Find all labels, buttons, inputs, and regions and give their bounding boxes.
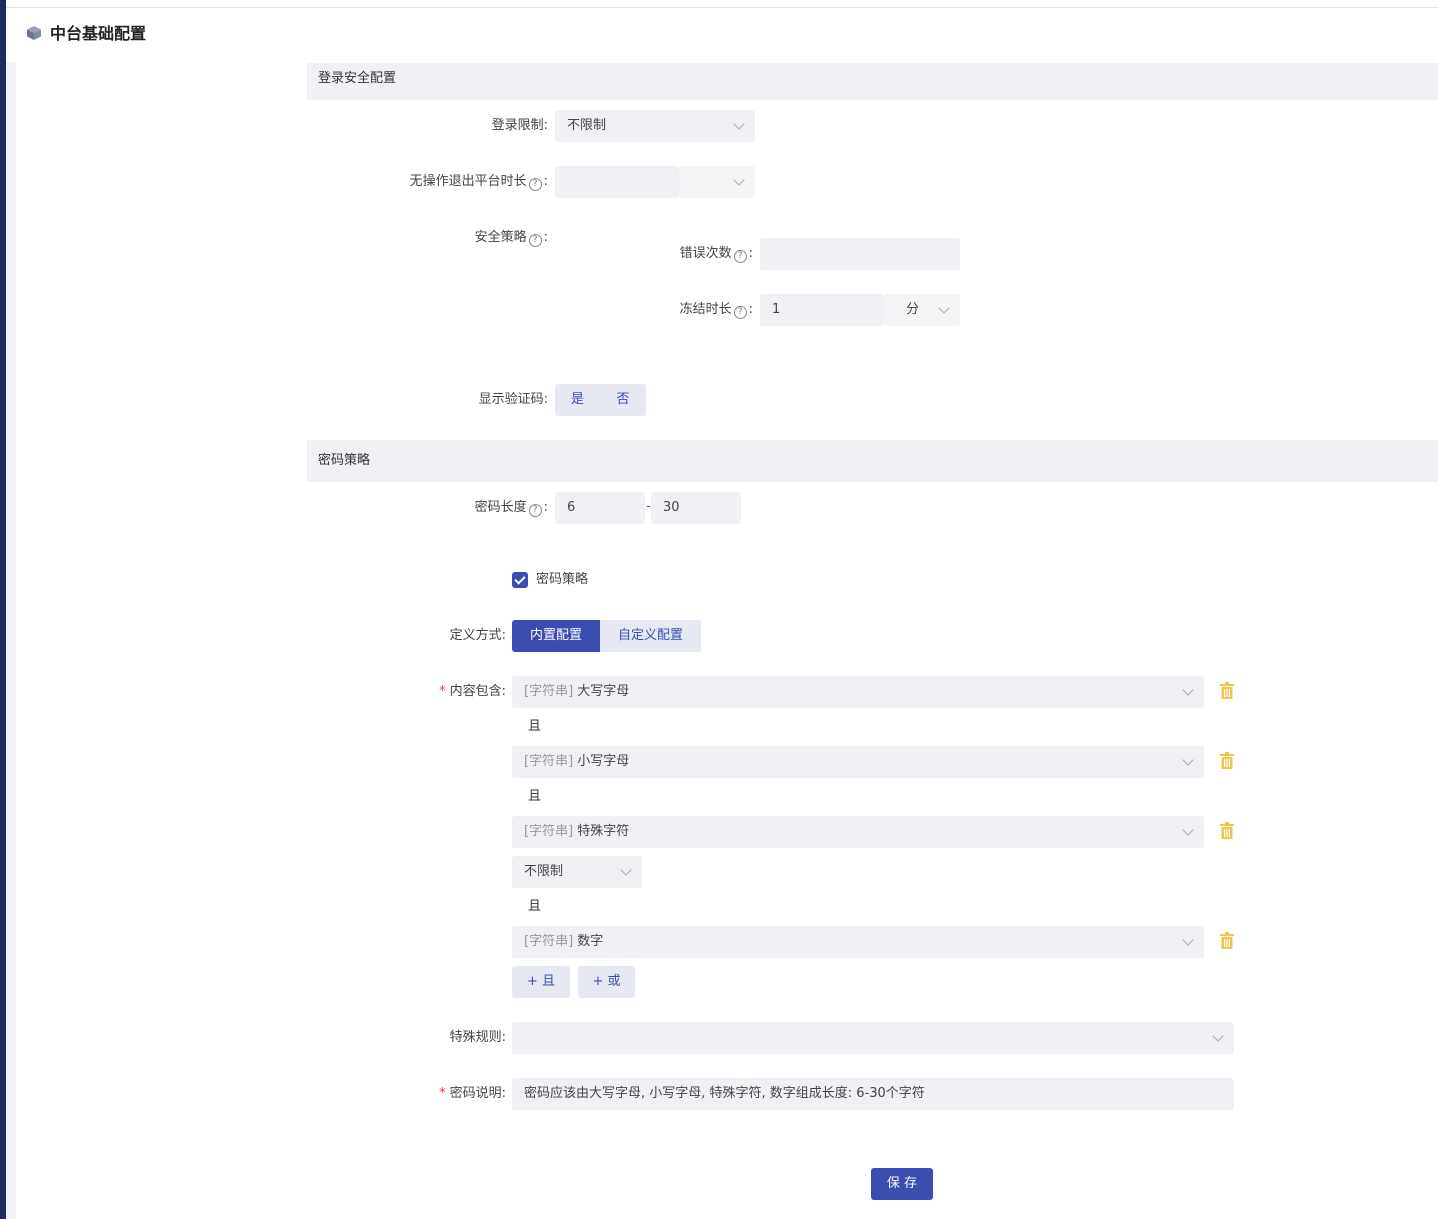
- help-icon[interactable]: ?: [733, 306, 747, 319]
- add-and-button[interactable]: + 且: [512, 966, 570, 998]
- error-count-label: 错误次数: [679, 246, 732, 261]
- password-policy-checkbox[interactable]: [512, 572, 528, 588]
- login-section-title: 登录安全配置: [318, 71, 397, 86]
- error-count-label-row: 错误次数?:: [600, 244, 753, 264]
- help-icon[interactable]: ?: [528, 178, 542, 191]
- freeze-duration-label: 冻结时长: [679, 302, 732, 317]
- password-policy-checkbox-label: 密码策略: [536, 572, 589, 587]
- password-length-label: 密码长度: [474, 500, 527, 515]
- login-limit-value: 不限制: [567, 118, 607, 133]
- idle-timeout-label-row: 无操作退出平台时长?:: [330, 172, 548, 192]
- label-colon: :: [748, 302, 753, 317]
- define-mode-toggle[interactable]: 内置配置 自定义配置: [512, 620, 701, 652]
- idle-timeout-unit-select[interactable]: [679, 166, 755, 198]
- password-description-input[interactable]: 密码应该由大写字母, 小写字母, 特殊字符, 数字组成长度: 6-30个字符: [512, 1078, 1234, 1110]
- trash-icon[interactable]: [1220, 682, 1234, 699]
- idle-timeout-input[interactable]: [555, 166, 679, 198]
- password-section-title: 密码策略: [318, 453, 371, 468]
- add-or-button[interactable]: + 或: [578, 966, 635, 998]
- builtin-config-option[interactable]: 内置配置: [512, 620, 600, 652]
- limit-select[interactable]: 不限制: [512, 856, 642, 888]
- left-gutter: [6, 62, 16, 1219]
- rule-prefix: [字符串]: [524, 754, 574, 769]
- trash-icon[interactable]: [1220, 752, 1234, 769]
- rule-prefix: [字符串]: [524, 684, 574, 699]
- top-divider: [0, 7, 1438, 8]
- password-length-label-row: 密码长度?:: [380, 498, 548, 518]
- captcha-toggle[interactable]: 是 否: [555, 384, 646, 416]
- chevron-down-icon: [1182, 754, 1194, 766]
- content-label-row: * 内容包含:: [380, 682, 506, 702]
- content-rule-select[interactable]: [字符串] 大写字母: [512, 676, 1204, 708]
- rule-prefix: [字符串]: [524, 934, 574, 949]
- label-colon: :: [543, 500, 548, 515]
- rule-prefix: [字符串]: [524, 824, 574, 839]
- show-captcha-label: 显示验证码:: [478, 392, 548, 407]
- length-separator: -: [646, 499, 651, 514]
- rule-value: 特殊字符: [577, 824, 630, 839]
- freeze-duration-label-row: 冻结时长?:: [600, 300, 753, 320]
- login-limit-select[interactable]: 不限制: [555, 110, 755, 142]
- captcha-yes-option[interactable]: 是: [555, 384, 600, 416]
- label-colon: :: [543, 230, 548, 245]
- content-rule-select[interactable]: [字符串] 小写字母: [512, 746, 1204, 778]
- custom-config-option[interactable]: 自定义配置: [600, 620, 701, 652]
- required-mark: *: [439, 1086, 446, 1101]
- freeze-unit-select[interactable]: 分: [884, 294, 960, 326]
- and-connector: 且: [528, 899, 542, 914]
- chevron-down-icon: [1182, 824, 1194, 836]
- chevron-down-icon: [938, 302, 950, 314]
- freeze-unit-value: 分: [906, 302, 920, 317]
- error-count-input[interactable]: [760, 238, 960, 270]
- save-button[interactable]: 保 存: [871, 1168, 933, 1200]
- security-policy-label-row: 安全策略?:: [380, 228, 548, 248]
- limit-select-value: 不限制: [524, 864, 564, 879]
- special-rule-label: 特殊规则:: [449, 1030, 506, 1045]
- chevron-down-icon: [733, 174, 745, 186]
- security-policy-label: 安全策略: [474, 230, 527, 245]
- login-section-header: [307, 63, 1438, 100]
- rule-value: 数字: [577, 934, 604, 949]
- idle-timeout-label: 无操作退出平台时长: [409, 174, 527, 189]
- define-mode-label: 定义方式:: [449, 628, 506, 643]
- login-limit-label: 登录限制:: [491, 118, 548, 133]
- rule-value: 小写字母: [577, 754, 630, 769]
- cube-icon: [27, 26, 41, 40]
- label-colon: :: [543, 174, 548, 189]
- rule-value: 大写字母: [577, 684, 630, 699]
- password-max-input[interactable]: 30: [651, 492, 741, 524]
- password-min-input[interactable]: 6: [555, 492, 645, 524]
- label-colon: :: [748, 246, 753, 261]
- password-section-header: [307, 440, 1438, 482]
- trash-icon[interactable]: [1220, 822, 1234, 839]
- chevron-down-icon: [733, 118, 745, 130]
- trash-icon[interactable]: [1220, 932, 1234, 949]
- chevron-down-icon: [1212, 1030, 1224, 1042]
- description-label-row: * 密码说明:: [380, 1084, 506, 1104]
- freeze-duration-input[interactable]: 1: [760, 294, 884, 326]
- and-connector: 且: [528, 789, 542, 804]
- description-label: 密码说明:: [449, 1086, 506, 1101]
- help-icon[interactable]: ?: [528, 234, 542, 247]
- and-connector: 且: [528, 719, 542, 734]
- special-rule-select[interactable]: [512, 1022, 1234, 1054]
- chevron-down-icon: [1182, 684, 1194, 696]
- content-label: 内容包含:: [449, 684, 506, 699]
- help-icon[interactable]: ?: [528, 504, 542, 517]
- captcha-no-option[interactable]: 否: [600, 384, 646, 416]
- required-mark: *: [439, 684, 446, 699]
- chevron-down-icon: [1182, 934, 1194, 946]
- chevron-down-icon: [620, 864, 632, 876]
- content-rule-select[interactable]: [字符串] 数字: [512, 926, 1204, 958]
- page-title: 中台基础配置: [50, 24, 147, 43]
- content-rule-select[interactable]: [字符串] 特殊字符: [512, 816, 1204, 848]
- help-icon[interactable]: ?: [733, 250, 747, 263]
